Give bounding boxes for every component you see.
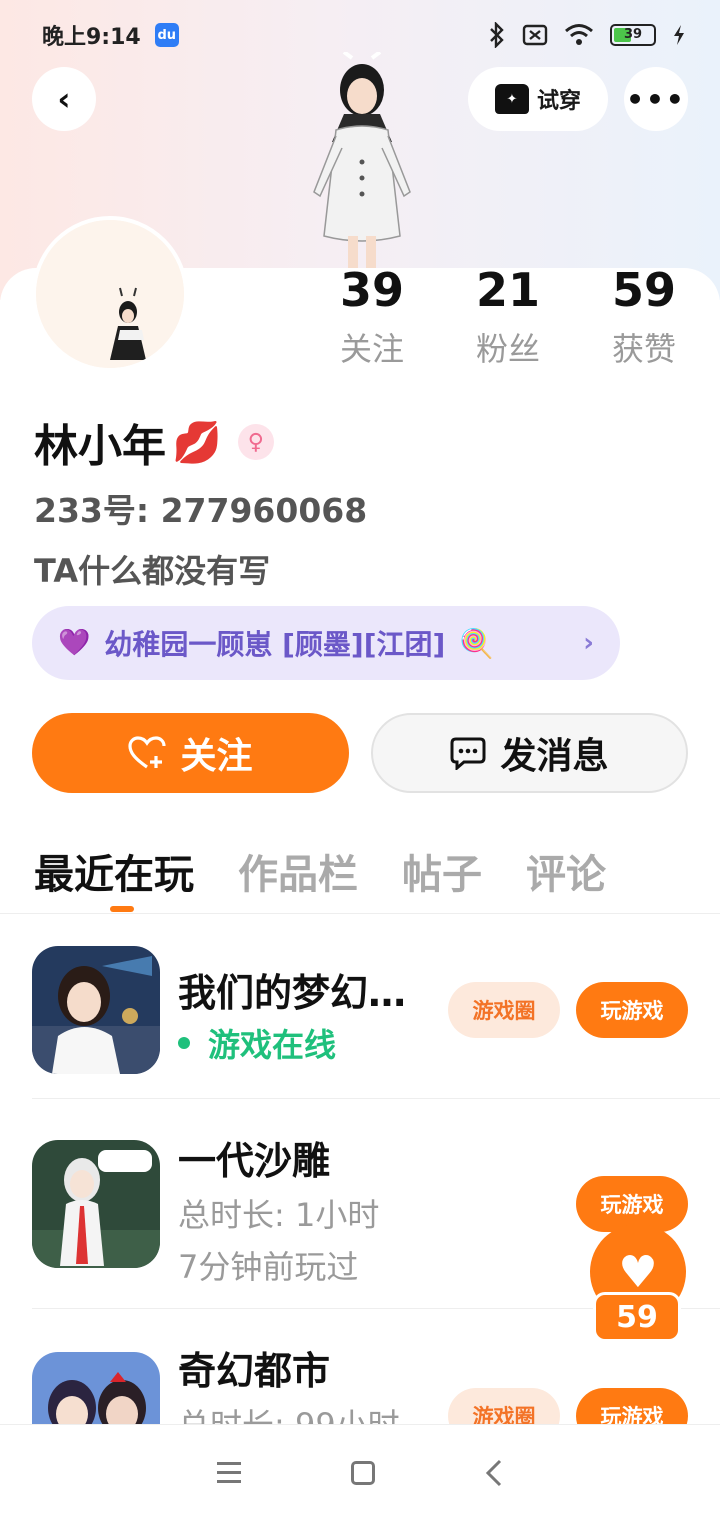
charging-icon bbox=[674, 25, 684, 45]
battery-icon: 39 bbox=[610, 24, 656, 46]
status-icons: 39 bbox=[488, 22, 686, 48]
game-circle-button[interactable]: 游戏圈 bbox=[448, 982, 560, 1038]
game-art-icon bbox=[32, 1140, 160, 1268]
tab-comments[interactable]: 评论 bbox=[526, 842, 606, 900]
list-item[interactable]: 我们的梦幻… 游戏在线 游戏圈 玩游戏 bbox=[0, 914, 720, 1124]
name-row: 林小年 💋 ♀ bbox=[34, 410, 274, 474]
character-figure-icon bbox=[313, 50, 411, 270]
chat-bubble-icon bbox=[450, 737, 486, 770]
game-art-icon bbox=[32, 946, 160, 1074]
following-count: 39 bbox=[339, 263, 404, 317]
game-circle-button[interactable]: 游戏圈 bbox=[448, 1388, 560, 1424]
sim-off-icon bbox=[522, 24, 548, 46]
followers-count: 21 bbox=[475, 263, 540, 317]
tab-recent-played[interactable]: 最近在玩 bbox=[34, 842, 194, 900]
back-button[interactable]: ‹ bbox=[32, 67, 96, 131]
game-art-icon bbox=[32, 1352, 160, 1424]
try-on-label: 试穿 bbox=[536, 89, 581, 114]
user-id[interactable]: 233号: 277960068 bbox=[34, 484, 367, 532]
lollipop-icon: 🍭 bbox=[459, 626, 495, 660]
game-icon-shadiao[interactable] bbox=[32, 1140, 160, 1268]
tab-posts[interactable]: 帖子 bbox=[402, 842, 482, 900]
avatar-3d-figure[interactable] bbox=[292, 50, 432, 272]
heart-plus-icon bbox=[128, 736, 167, 769]
try-on-button[interactable]: ✦ 试穿 bbox=[468, 67, 608, 131]
active-tab-indicator bbox=[110, 906, 134, 912]
row-divider bbox=[32, 1098, 720, 1099]
bluetooth-icon bbox=[490, 22, 504, 48]
game-online-status: 游戏在线 bbox=[178, 1020, 336, 1066]
tshirt-icon: ✦ bbox=[494, 84, 529, 114]
game-last-played: 7分钟前玩过 bbox=[178, 1248, 359, 1286]
game-icon-fantasy-city[interactable] bbox=[32, 1352, 160, 1424]
play-game-button[interactable]: 玩游戏 bbox=[576, 982, 688, 1038]
stat-following[interactable]: 39 关注 bbox=[312, 262, 432, 370]
online-dot-icon bbox=[178, 1037, 190, 1049]
avatar-image-icon bbox=[36, 220, 184, 368]
follow-label: 关注 bbox=[180, 736, 253, 777]
heart-icon: ♥ bbox=[618, 1246, 658, 1298]
followers-label: 粉丝 bbox=[475, 330, 540, 368]
more-dots-icon: ••• bbox=[626, 82, 686, 116]
avatar[interactable] bbox=[32, 216, 188, 372]
game-icon-dream[interactable] bbox=[32, 946, 160, 1074]
game-total-duration: 总时长: 1小时 bbox=[178, 1196, 380, 1234]
system-navigation-bar bbox=[0, 1424, 720, 1520]
send-message-button[interactable]: 发消息 bbox=[371, 713, 688, 793]
female-gender-icon: ♀ bbox=[237, 424, 274, 460]
online-status-text: 游戏在线 bbox=[208, 1026, 337, 1064]
menu-icon[interactable] bbox=[217, 1462, 241, 1483]
baidu-icon: du bbox=[154, 23, 179, 47]
relationship-tag-text: 幼稚园一顾崽 [顾墨][江团] bbox=[104, 628, 446, 661]
game-title: 奇幻都市 bbox=[178, 1349, 331, 1393]
chevron-left-icon: ‹ bbox=[57, 80, 71, 118]
user-bio: TA什么都没有写 bbox=[34, 552, 271, 590]
user-name: 林小年 bbox=[34, 421, 166, 472]
back-nav-icon[interactable] bbox=[485, 1459, 503, 1487]
wifi-icon bbox=[565, 24, 593, 45]
more-options-button[interactable]: ••• bbox=[624, 67, 688, 131]
chevron-right-icon: › bbox=[583, 628, 594, 658]
home-square-icon[interactable] bbox=[351, 1460, 375, 1485]
profile-tabs: 最近在玩 作品栏 帖子 评论 bbox=[34, 842, 606, 900]
send-message-label: 发消息 bbox=[500, 736, 609, 777]
game-title: 一代沙雕 bbox=[178, 1139, 331, 1183]
status-time: 晚上9:14 bbox=[42, 25, 141, 50]
stat-likes[interactable]: 59 获赞 bbox=[584, 262, 704, 370]
play-game-button[interactable]: 玩游戏 bbox=[576, 1388, 688, 1424]
following-label: 关注 bbox=[339, 330, 404, 368]
stat-followers[interactable]: 21 粉丝 bbox=[448, 262, 568, 370]
battery-level: 39 bbox=[623, 27, 643, 42]
likes-label: 获赞 bbox=[611, 330, 676, 368]
game-total-duration: 总时长: 99小时 bbox=[178, 1400, 400, 1424]
lips-icon: 💋 bbox=[172, 419, 222, 466]
heart-icon: 💜 bbox=[58, 628, 91, 658]
likes-count: 59 bbox=[611, 263, 676, 317]
game-title: 我们的梦幻… bbox=[178, 971, 407, 1015]
tab-works[interactable]: 作品栏 bbox=[238, 842, 358, 900]
follow-button[interactable]: 关注 bbox=[32, 713, 349, 793]
like-float-count: 59 bbox=[593, 1292, 681, 1342]
relationship-tag[interactable]: 💜 幼稚园一顾崽 [顾墨][江团] 🍭 › bbox=[32, 606, 620, 680]
